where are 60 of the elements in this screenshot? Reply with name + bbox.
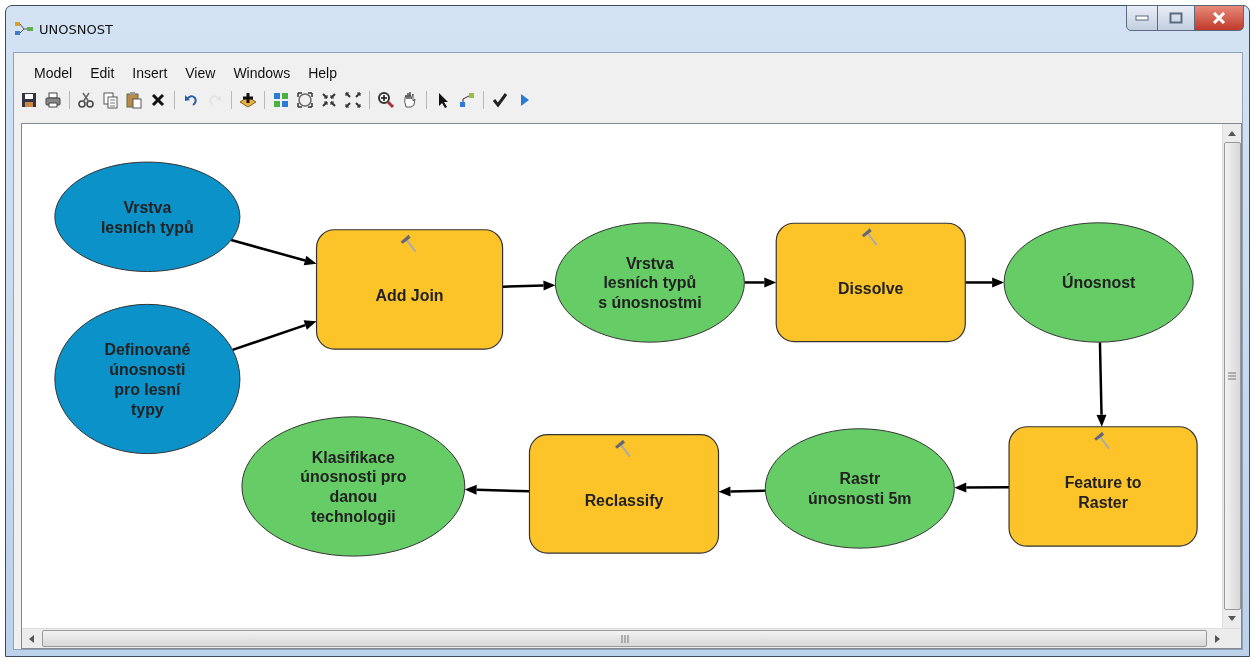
menu-item[interactable]: Help: [300, 63, 345, 83]
node-label: Definované únosnosti pro lesní typy: [104, 341, 191, 418]
menu-item[interactable]: Model: [26, 63, 81, 83]
tool-node[interactable]: [1008, 426, 1198, 547]
node-label: Únosnost: [1061, 274, 1136, 292]
menu-item[interactable]: Windows: [225, 63, 299, 83]
connector-arrow[interactable]: [464, 484, 530, 495]
left-arrow-icon[interactable]: [28, 634, 34, 643]
node-label: Feature to Raster: [1064, 474, 1142, 512]
node-label: Vrstva lesních typů: [100, 198, 194, 236]
print-tool-icon[interactable]: [42, 89, 64, 111]
grip-icon[interactable]: [1228, 372, 1236, 380]
hammer-icon: [1094, 431, 1111, 450]
tool-node[interactable]: [528, 434, 720, 554]
hammer-icon: [861, 228, 878, 247]
paste-tool-icon[interactable]: [123, 89, 145, 111]
close-button[interactable]: [1194, 5, 1244, 31]
grip-icon[interactable]: [620, 634, 629, 643]
connector-arrow[interactable]: [718, 486, 766, 497]
node-label: Klasifikace únosnosti pro danou technologii: [300, 448, 407, 526]
horizontal-scrollbar[interactable]: [22, 628, 1241, 648]
maximize-icon: [1169, 12, 1183, 24]
zoomout-tool-icon[interactable]: [342, 89, 364, 111]
data-node[interactable]: [554, 222, 745, 343]
down-arrow-icon[interactable]: [1228, 616, 1236, 622]
connector-arrow[interactable]: [744, 277, 777, 288]
connector-arrow[interactable]: [230, 238, 317, 266]
maximize-button[interactable]: [1157, 5, 1195, 31]
node-label: Reclassify: [584, 491, 664, 509]
connector-arrow[interactable]: [232, 320, 317, 352]
hammer-icon: [615, 439, 631, 458]
node-label: Dissolve: [838, 280, 904, 298]
minimize-button[interactable]: [1126, 5, 1158, 31]
up-arrow-icon[interactable]: [1228, 130, 1236, 136]
node-label: Rastr únosnosti 5m: [808, 470, 912, 508]
menu-item[interactable]: Edit: [82, 63, 123, 83]
window-title: UNOSNOST: [39, 21, 113, 37]
connector-arrow[interactable]: [1096, 342, 1107, 427]
zoom-tool-icon[interactable]: [375, 89, 397, 111]
tool-node[interactable]: [315, 229, 504, 350]
data-node[interactable]: [54, 161, 241, 272]
model-icon: [15, 22, 33, 36]
data-node[interactable]: [764, 428, 955, 549]
node-label: Add Join: [375, 287, 444, 305]
data-node[interactable]: [241, 416, 466, 557]
data-node[interactable]: [1003, 222, 1194, 343]
vertical-scrollbar[interactable]: [1222, 124, 1241, 628]
tool-node[interactable]: [775, 222, 966, 343]
connector-arrow[interactable]: [965, 277, 1005, 288]
hammer-icon: [400, 234, 417, 253]
data-node[interactable]: [54, 303, 241, 455]
right-arrow-icon[interactable]: [1215, 634, 1221, 643]
minimize-icon: [1135, 15, 1149, 21]
connector-arrow[interactable]: [954, 482, 1010, 493]
node-label: Vrstva lesních typů s únosnostmi: [598, 254, 702, 312]
extent-tool-icon[interactable]: [294, 89, 316, 111]
menu-item[interactable]: Insert: [124, 63, 176, 83]
connector-arrow[interactable]: [502, 280, 556, 291]
menu-item[interactable]: View: [177, 63, 224, 83]
close-icon: [1212, 12, 1226, 24]
